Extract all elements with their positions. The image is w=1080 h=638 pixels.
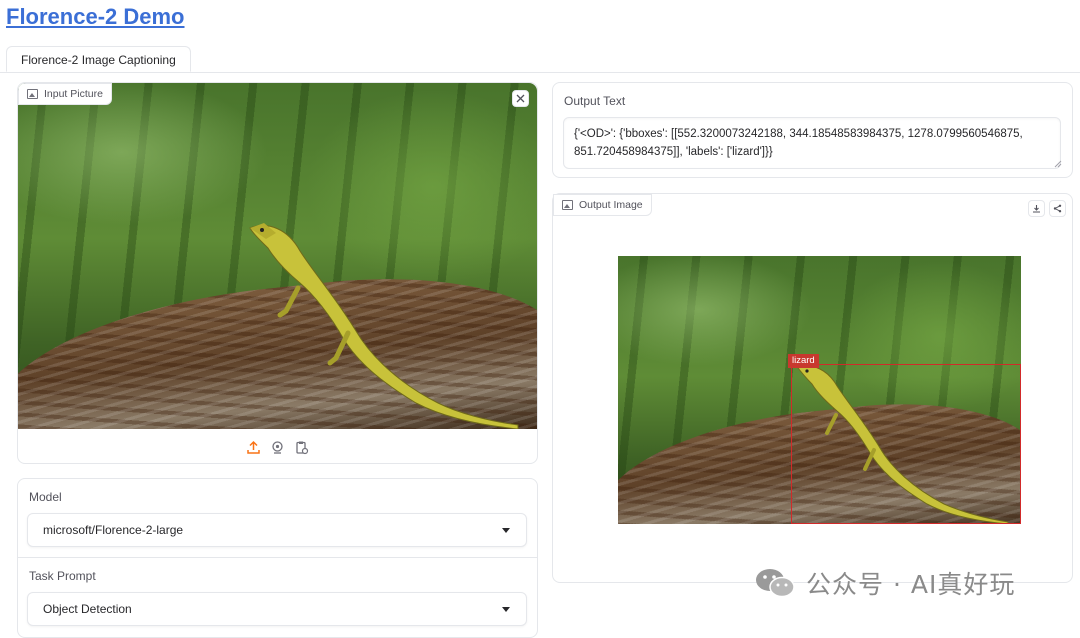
input-picture-label-text: Input Picture [44, 88, 103, 100]
model-dropdown-value: microsoft/Florence-2-large [43, 523, 184, 537]
clipboard-icon[interactable] [294, 440, 309, 455]
chevron-down-icon [502, 606, 510, 612]
upload-icon[interactable] [246, 440, 261, 455]
output-image: lizard [618, 256, 1021, 524]
chevron-down-icon [502, 527, 510, 533]
wechat-icon [756, 569, 795, 598]
lizard-figure [249, 223, 519, 429]
output-image-label-text: Output Image [579, 199, 643, 211]
output-textbox[interactable]: {'<OD>': {'bboxes': [[552.3200073242188,… [563, 117, 1061, 169]
image-icon [27, 89, 38, 99]
task-prompt-dropdown[interactable]: Object Detection [27, 592, 527, 626]
model-label: Model [29, 490, 62, 504]
output-text-value: {'<OD>': {'bboxes': [[552.3200073242188,… [574, 128, 1023, 158]
webcam-icon[interactable] [270, 440, 285, 455]
watermark-text: 公众号 · AI真好玩 [806, 570, 1016, 599]
detection-label: lizard [788, 354, 819, 368]
task-prompt-label: Task Prompt [29, 569, 96, 583]
resize-handle-icon[interactable] [1054, 160, 1062, 168]
settings-divider [18, 557, 537, 558]
settings-panel: Model microsoft/Florence-2-large Task Pr… [17, 478, 538, 638]
output-text-panel: Output Text {'<OD>': {'bboxes': [[552.32… [552, 82, 1073, 178]
share-button[interactable] [1049, 200, 1066, 217]
image-icon [562, 200, 573, 210]
watermark: 公众号 · AI真好玩 [754, 565, 1015, 601]
detection-bbox [791, 364, 1021, 524]
image-source-toolbar [246, 437, 312, 457]
model-dropdown[interactable]: microsoft/Florence-2-large [27, 513, 527, 547]
close-icon [516, 94, 525, 103]
download-icon [1033, 205, 1040, 213]
input-image: Input Picture [18, 83, 537, 429]
download-button[interactable] [1028, 200, 1045, 217]
input-picture-label: Input Picture [18, 83, 112, 105]
output-text-label: Output Text [564, 94, 626, 108]
output-image-label: Output Image [553, 194, 652, 216]
clear-image-button[interactable] [512, 90, 529, 107]
task-prompt-dropdown-value: Object Detection [43, 602, 132, 616]
tab-image-captioning[interactable]: Florence-2 Image Captioning [6, 46, 191, 72]
output-image-panel: Output Image lizard [552, 193, 1073, 583]
share-icon [1053, 204, 1062, 213]
page-title[interactable]: Florence-2 Demo [6, 4, 185, 30]
input-picture-panel: Input Picture [17, 82, 538, 464]
